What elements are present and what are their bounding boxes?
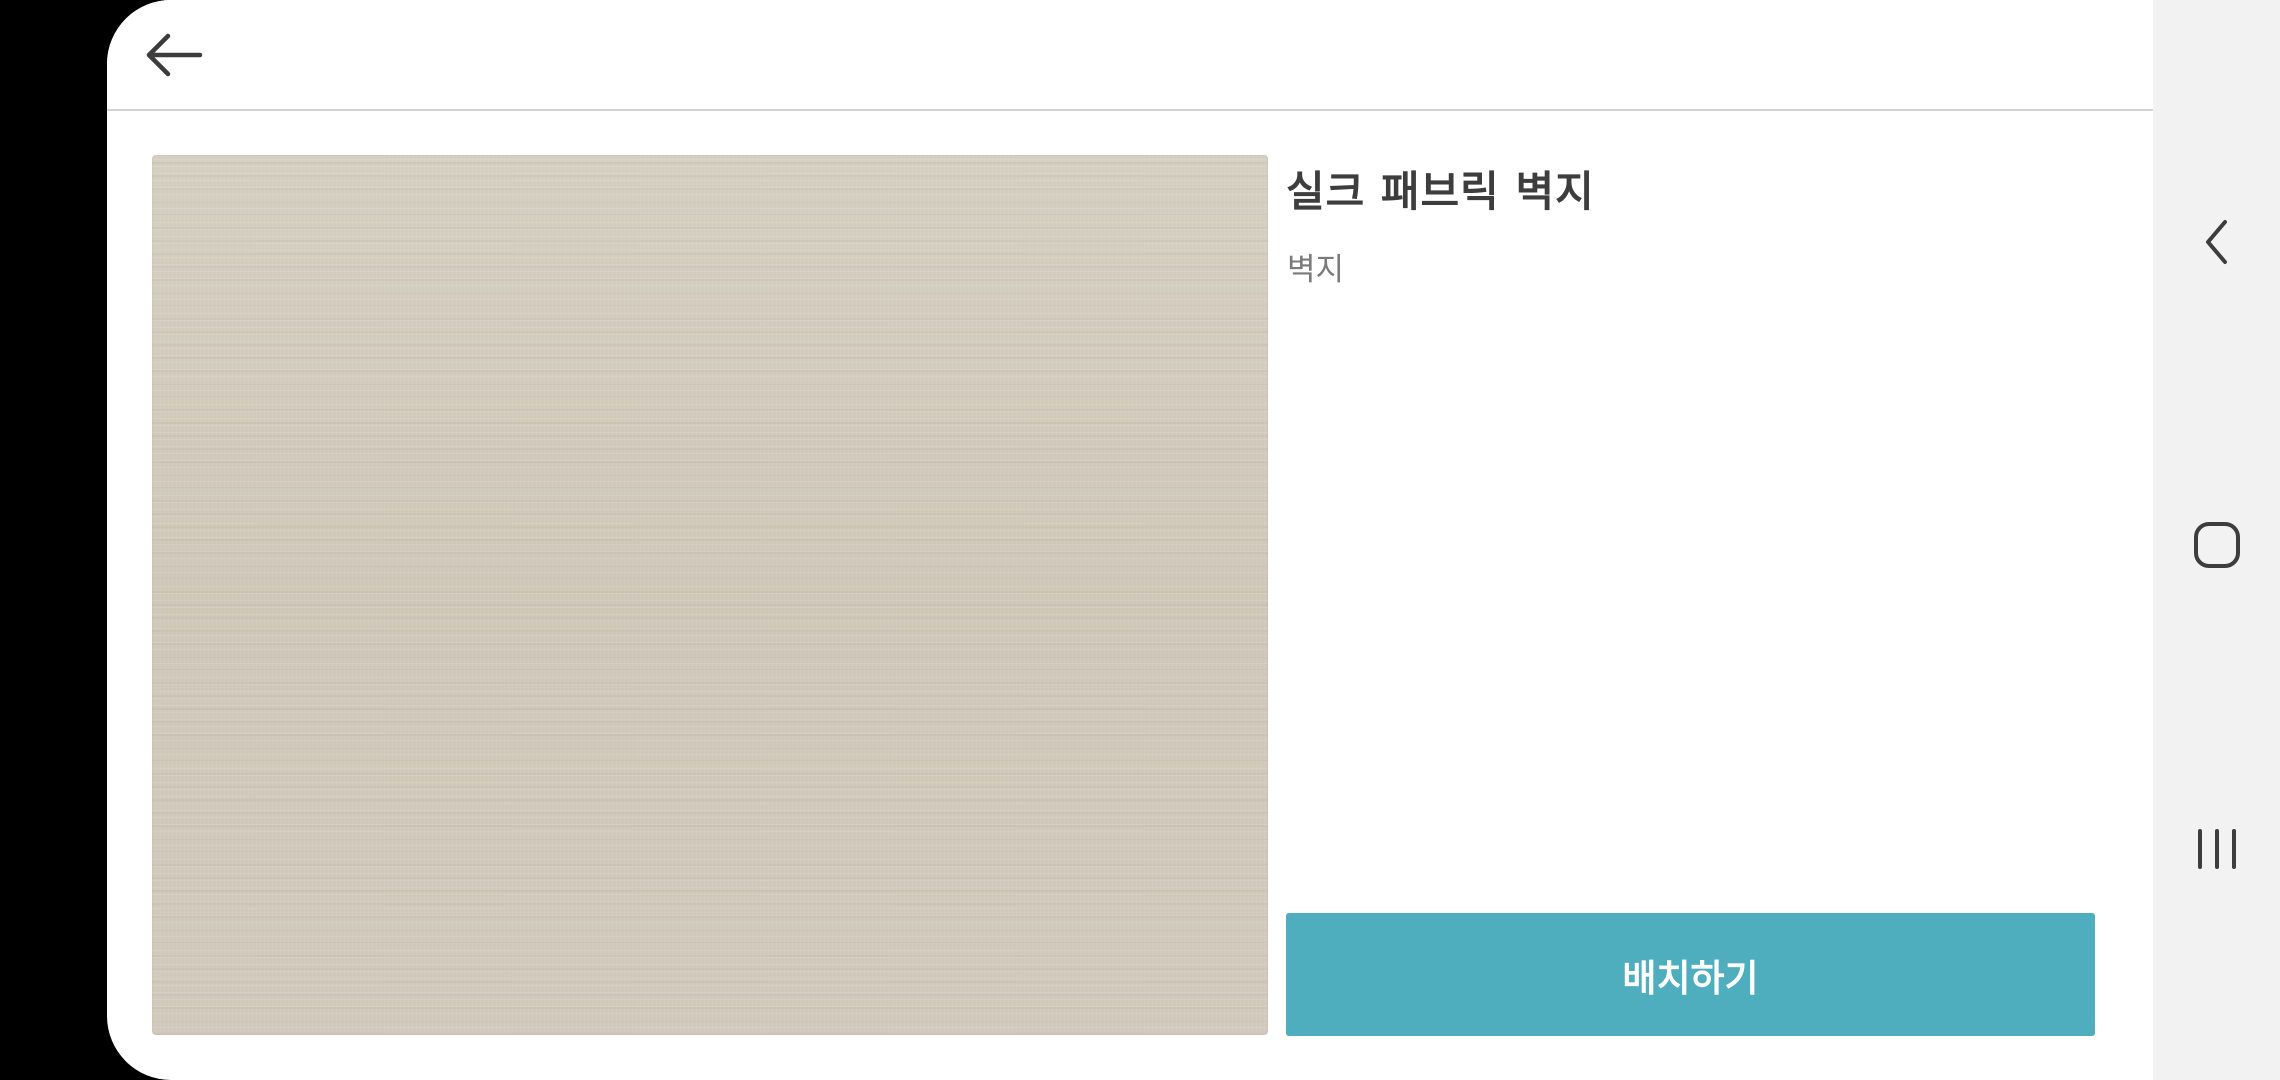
system-recents-button[interactable] <box>2153 799 2280 899</box>
product-image <box>152 155 1268 1035</box>
product-title: 실크 패브릭 벽지 <box>1286 167 1595 216</box>
app-window: 실크 패브릭 벽지 벽지 배치하기 <box>107 0 2153 1080</box>
screen: 실크 패브릭 벽지 벽지 배치하기 <box>0 0 2280 1080</box>
system-home-button[interactable] <box>2153 495 2280 595</box>
system-navigation-bar <box>2153 0 2280 1080</box>
chevron-left-icon <box>2205 220 2227 264</box>
product-category: 벽지 <box>1287 252 1345 288</box>
place-button-label: 배치하기 <box>1622 956 1759 1000</box>
top-toolbar <box>107 0 2153 111</box>
system-back-button[interactable] <box>2153 192 2280 292</box>
rounded-square-icon <box>2193 522 2240 568</box>
back-button[interactable] <box>141 22 207 88</box>
place-button[interactable]: 배치하기 <box>1286 913 2095 1036</box>
arrow-left-icon <box>146 33 203 77</box>
three-bars-icon <box>2197 829 2236 869</box>
